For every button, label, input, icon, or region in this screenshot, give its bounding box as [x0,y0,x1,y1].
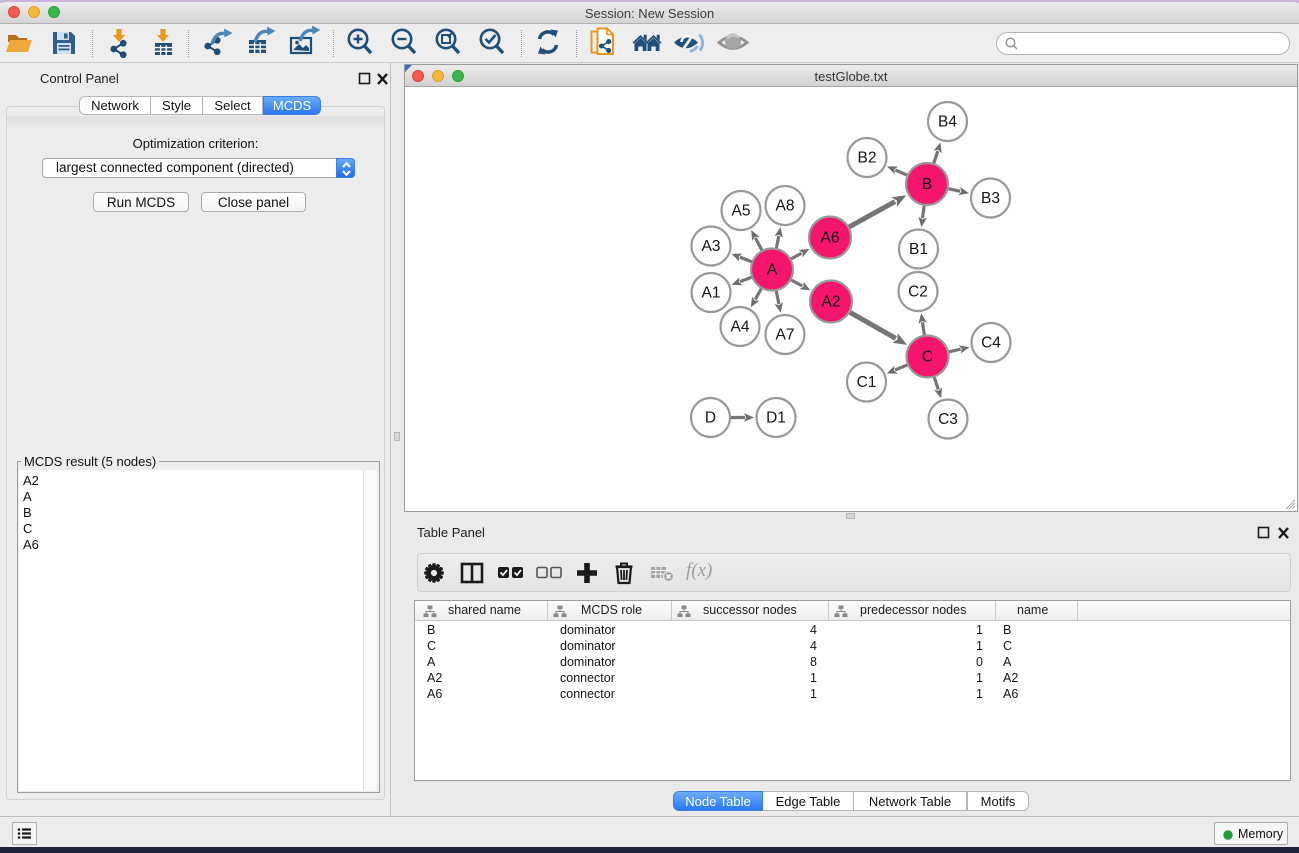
svg-text:C: C [922,349,933,366]
svg-text:A4: A4 [731,319,750,336]
svg-text:A5: A5 [732,203,751,220]
svg-text:C4: C4 [981,335,1001,352]
svg-text:D: D [705,410,716,427]
svg-text:D1: D1 [766,410,786,427]
svg-text:B3: B3 [981,190,1000,207]
svg-text:B: B [922,176,932,193]
svg-text:A7: A7 [776,327,795,344]
svg-text:C3: C3 [938,411,958,428]
svg-text:B1: B1 [909,241,928,258]
svg-text:C2: C2 [908,284,928,301]
svg-text:A: A [767,262,778,279]
svg-text:A8: A8 [776,198,795,215]
svg-text:A3: A3 [702,238,721,255]
svg-text:C1: C1 [857,374,877,391]
svg-text:B4: B4 [938,114,957,131]
svg-text:A2: A2 [822,294,841,311]
svg-text:B2: B2 [858,150,877,167]
svg-text:A1: A1 [702,285,721,302]
svg-text:A6: A6 [821,230,840,247]
